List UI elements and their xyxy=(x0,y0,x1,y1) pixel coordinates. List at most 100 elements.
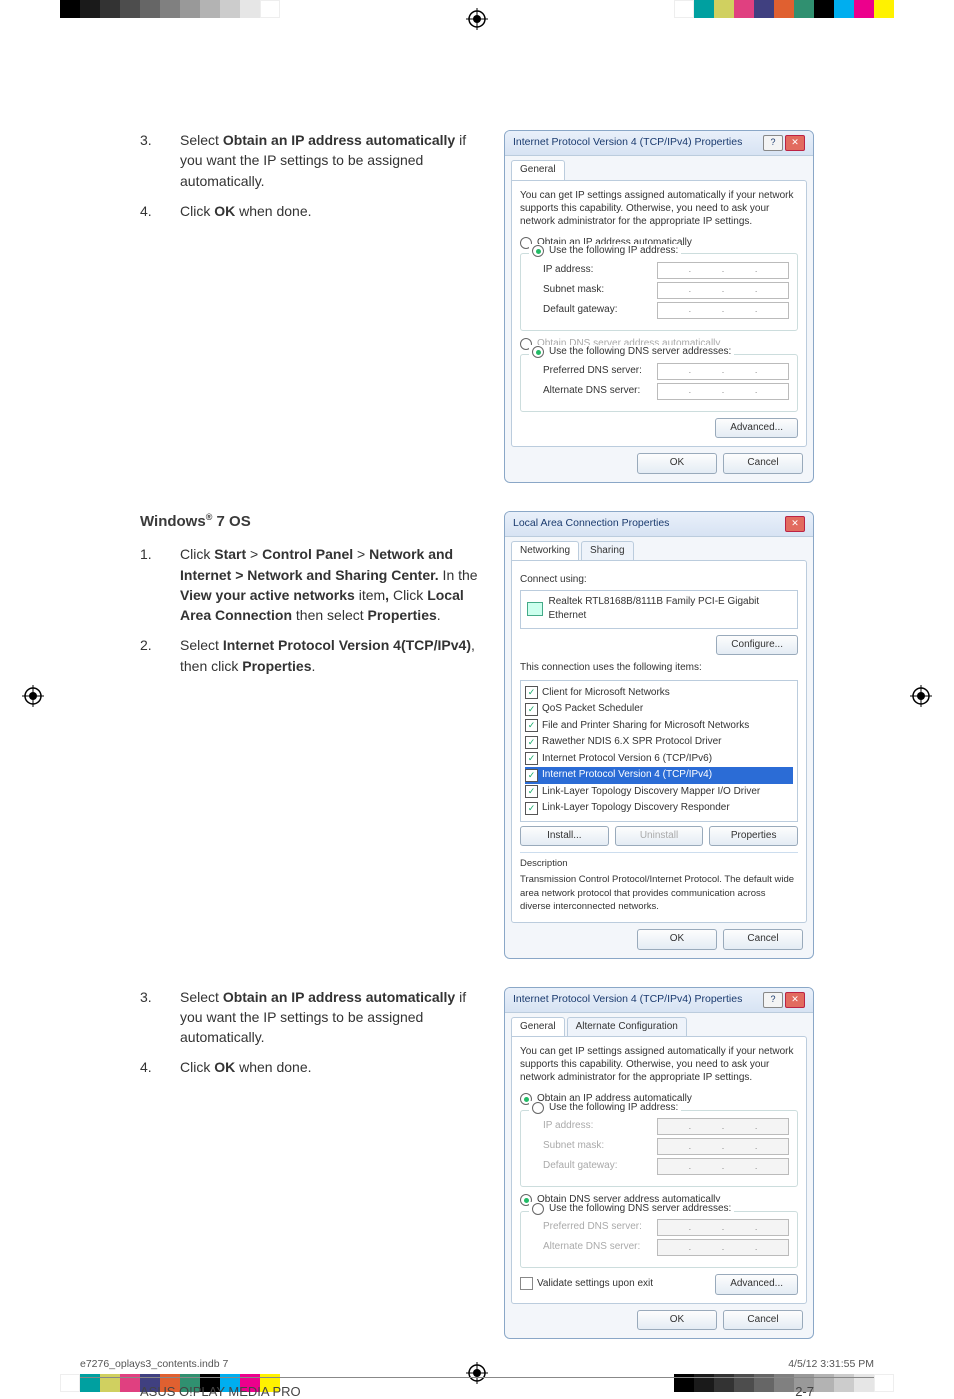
screenshot-dialog: Internet Protocol Version 4 (TCP/IPv4) P… xyxy=(504,987,814,1340)
default-gateway-field: Default gateway:... xyxy=(543,1158,789,1175)
items-label: This connection uses the following items… xyxy=(520,661,798,676)
adapter-icon xyxy=(527,602,543,616)
default-gateway-field: Default gateway:... xyxy=(543,302,789,319)
cancel-button[interactable]: Cancel xyxy=(723,453,803,474)
close-icon[interactable]: ✕ xyxy=(785,992,805,1008)
list-item-selected[interactable]: Internet Protocol Version 4 (TCP/IPv4) xyxy=(525,767,793,784)
ip-input[interactable]: ... xyxy=(657,282,789,299)
lan-properties-dialog: Local Area Connection Properties ✕ Netwo… xyxy=(504,511,814,959)
radio-use-following-ip[interactable]: Use the following IP address: xyxy=(529,244,681,259)
close-icon[interactable]: ✕ xyxy=(785,516,805,532)
slug-line: e7276_oplays3_contents.indb 7 4/5/12 3:3… xyxy=(80,1358,874,1370)
screenshot-dialog: Local Area Connection Properties ✕ Netwo… xyxy=(504,511,814,959)
install-button[interactable]: Install... xyxy=(520,826,609,847)
step-body: Click OK when done. xyxy=(180,201,486,221)
close-icon[interactable]: ✕ xyxy=(785,135,805,151)
step-number: 1. xyxy=(140,544,180,625)
tab-general[interactable]: General xyxy=(511,1017,565,1037)
step-number: 4. xyxy=(140,1057,180,1077)
dialog-title: Internet Protocol Version 4 (TCP/IPv4) P… xyxy=(513,992,742,1007)
radio-use-following-dns[interactable]: Use the following DNS server addresses: xyxy=(529,345,734,360)
step-body: Select Obtain an IP address automaticall… xyxy=(180,987,486,1048)
ipv4-properties-dialog-win7: Internet Protocol Version 4 (TCP/IPv4) P… xyxy=(504,987,814,1340)
adapter-box: Realtek RTL8168B/8111B Family PCI-E Giga… xyxy=(520,590,798,629)
ip-address-field: IP address:... xyxy=(543,262,789,279)
ip-input[interactable]: ... xyxy=(657,302,789,319)
advanced-button[interactable]: Advanced... xyxy=(715,1274,798,1295)
ip-input[interactable]: ... xyxy=(657,383,789,400)
list-item[interactable]: Link-Layer Topology Discovery Responder xyxy=(525,800,793,817)
step-number: 3. xyxy=(140,987,180,1048)
instruction-text: 3. Select Obtain an IP address automatic… xyxy=(140,130,486,231)
tab-networking[interactable]: Networking xyxy=(511,541,579,561)
ip-input: ... xyxy=(657,1219,789,1236)
dialog-title: Internet Protocol Version 4 (TCP/IPv4) P… xyxy=(513,135,742,150)
cancel-button[interactable]: Cancel xyxy=(723,1310,803,1331)
section-block: 3. Select Obtain an IP address automatic… xyxy=(140,130,814,483)
list-item[interactable]: Rawether NDIS 6.X SPR Protocol Driver xyxy=(525,734,793,751)
ip-input[interactable]: ... xyxy=(657,363,789,380)
step-body: Click Start > Control Panel > Network an… xyxy=(180,544,486,625)
list-item[interactable]: File and Printer Sharing for Microsoft N… xyxy=(525,718,793,735)
tab-sharing[interactable]: Sharing xyxy=(581,541,633,561)
instruction-text: 3. Select Obtain an IP address automatic… xyxy=(140,987,486,1088)
dialog-title: Local Area Connection Properties xyxy=(513,516,669,531)
section-block: 3. Select Obtain an IP address automatic… xyxy=(140,987,814,1340)
ip-address-field: IP address:... xyxy=(543,1118,789,1135)
alternate-dns-field: Alternate DNS server:... xyxy=(543,1239,789,1256)
step-number: 4. xyxy=(140,201,180,221)
cancel-button[interactable]: Cancel xyxy=(723,929,803,950)
list-item[interactable]: Link-Layer Topology Discovery Mapper I/O… xyxy=(525,784,793,801)
ok-button[interactable]: OK xyxy=(637,453,717,474)
list-item[interactable]: Client for Microsoft Networks xyxy=(525,685,793,702)
slug-timestamp: 4/5/12 3:31:55 PM xyxy=(788,1358,874,1370)
help-button-icon[interactable]: ? xyxy=(763,135,783,151)
section-block: Windows® 7 OS 1. Click Start > Control P… xyxy=(140,511,814,959)
description-block: Description Transmission Control Protoco… xyxy=(520,852,798,914)
registration-mark-icon xyxy=(22,685,44,707)
calibration-gray-top xyxy=(60,0,280,18)
radio-use-following-dns[interactable]: Use the following DNS server addresses: xyxy=(529,1202,734,1217)
validate-checkbox[interactable]: Validate settings upon exit xyxy=(520,1277,653,1292)
alternate-dns-field: Alternate DNS server:... xyxy=(543,383,789,400)
radio-use-following-ip[interactable]: Use the following IP address: xyxy=(529,1101,681,1116)
subnet-mask-field: Subnet mask:... xyxy=(543,1138,789,1155)
dialog-titlebar: Internet Protocol Version 4 (TCP/IPv4) P… xyxy=(505,988,813,1013)
help-button-icon[interactable]: ? xyxy=(763,992,783,1008)
tab-alternate-config[interactable]: Alternate Configuration xyxy=(567,1017,687,1037)
dialog-titlebar: Internet Protocol Version 4 (TCP/IPv4) P… xyxy=(505,131,813,156)
page-footer: ASUS O!PLAY MEDIA PRO 2-7 xyxy=(80,1377,874,1399)
ip-input: ... xyxy=(657,1138,789,1155)
calibration-color-top xyxy=(674,0,894,18)
ok-button[interactable]: OK xyxy=(637,1310,717,1331)
subnet-mask-field: Subnet mask:... xyxy=(543,282,789,299)
step-number: 3. xyxy=(140,130,180,191)
configure-button[interactable]: Configure... xyxy=(716,635,798,656)
step-body: Select Internet Protocol Version 4(TCP/I… xyxy=(180,635,486,676)
dialog-note: You can get IP settings assigned automat… xyxy=(520,189,798,228)
uninstall-button[interactable]: Uninstall xyxy=(615,826,704,847)
slug-file: e7276_oplays3_contents.indb 7 xyxy=(80,1358,228,1370)
tab-general[interactable]: General xyxy=(511,160,565,180)
step-number: 2. xyxy=(140,635,180,676)
instruction-text: Windows® 7 OS 1. Click Start > Control P… xyxy=(140,511,486,687)
ok-button[interactable]: OK xyxy=(637,929,717,950)
list-item[interactable]: Internet Protocol Version 6 (TCP/IPv6) xyxy=(525,751,793,768)
screenshot-dialog: Internet Protocol Version 4 (TCP/IPv4) P… xyxy=(504,130,814,483)
advanced-button[interactable]: Advanced... xyxy=(715,418,798,439)
step-body: Select Obtain an IP address automaticall… xyxy=(180,130,486,191)
properties-button[interactable]: Properties xyxy=(709,826,798,847)
os-heading: Windows® 7 OS xyxy=(140,511,486,533)
preferred-dns-field: Preferred DNS server:... xyxy=(543,1219,789,1236)
page: 3. Select Obtain an IP address automatic… xyxy=(80,60,874,1332)
connection-items-list: Client for Microsoft Networks QoS Packet… xyxy=(520,680,798,822)
ip-input: ... xyxy=(657,1118,789,1135)
ip-input[interactable]: ... xyxy=(657,262,789,279)
dialog-note: You can get IP settings assigned automat… xyxy=(520,1045,798,1084)
list-item[interactable]: QoS Packet Scheduler xyxy=(525,701,793,718)
registration-mark-icon xyxy=(910,685,932,707)
ip-input: ... xyxy=(657,1158,789,1175)
ip-input: ... xyxy=(657,1239,789,1256)
dialog-titlebar: Local Area Connection Properties ✕ xyxy=(505,512,813,537)
registration-mark-icon xyxy=(466,8,488,30)
